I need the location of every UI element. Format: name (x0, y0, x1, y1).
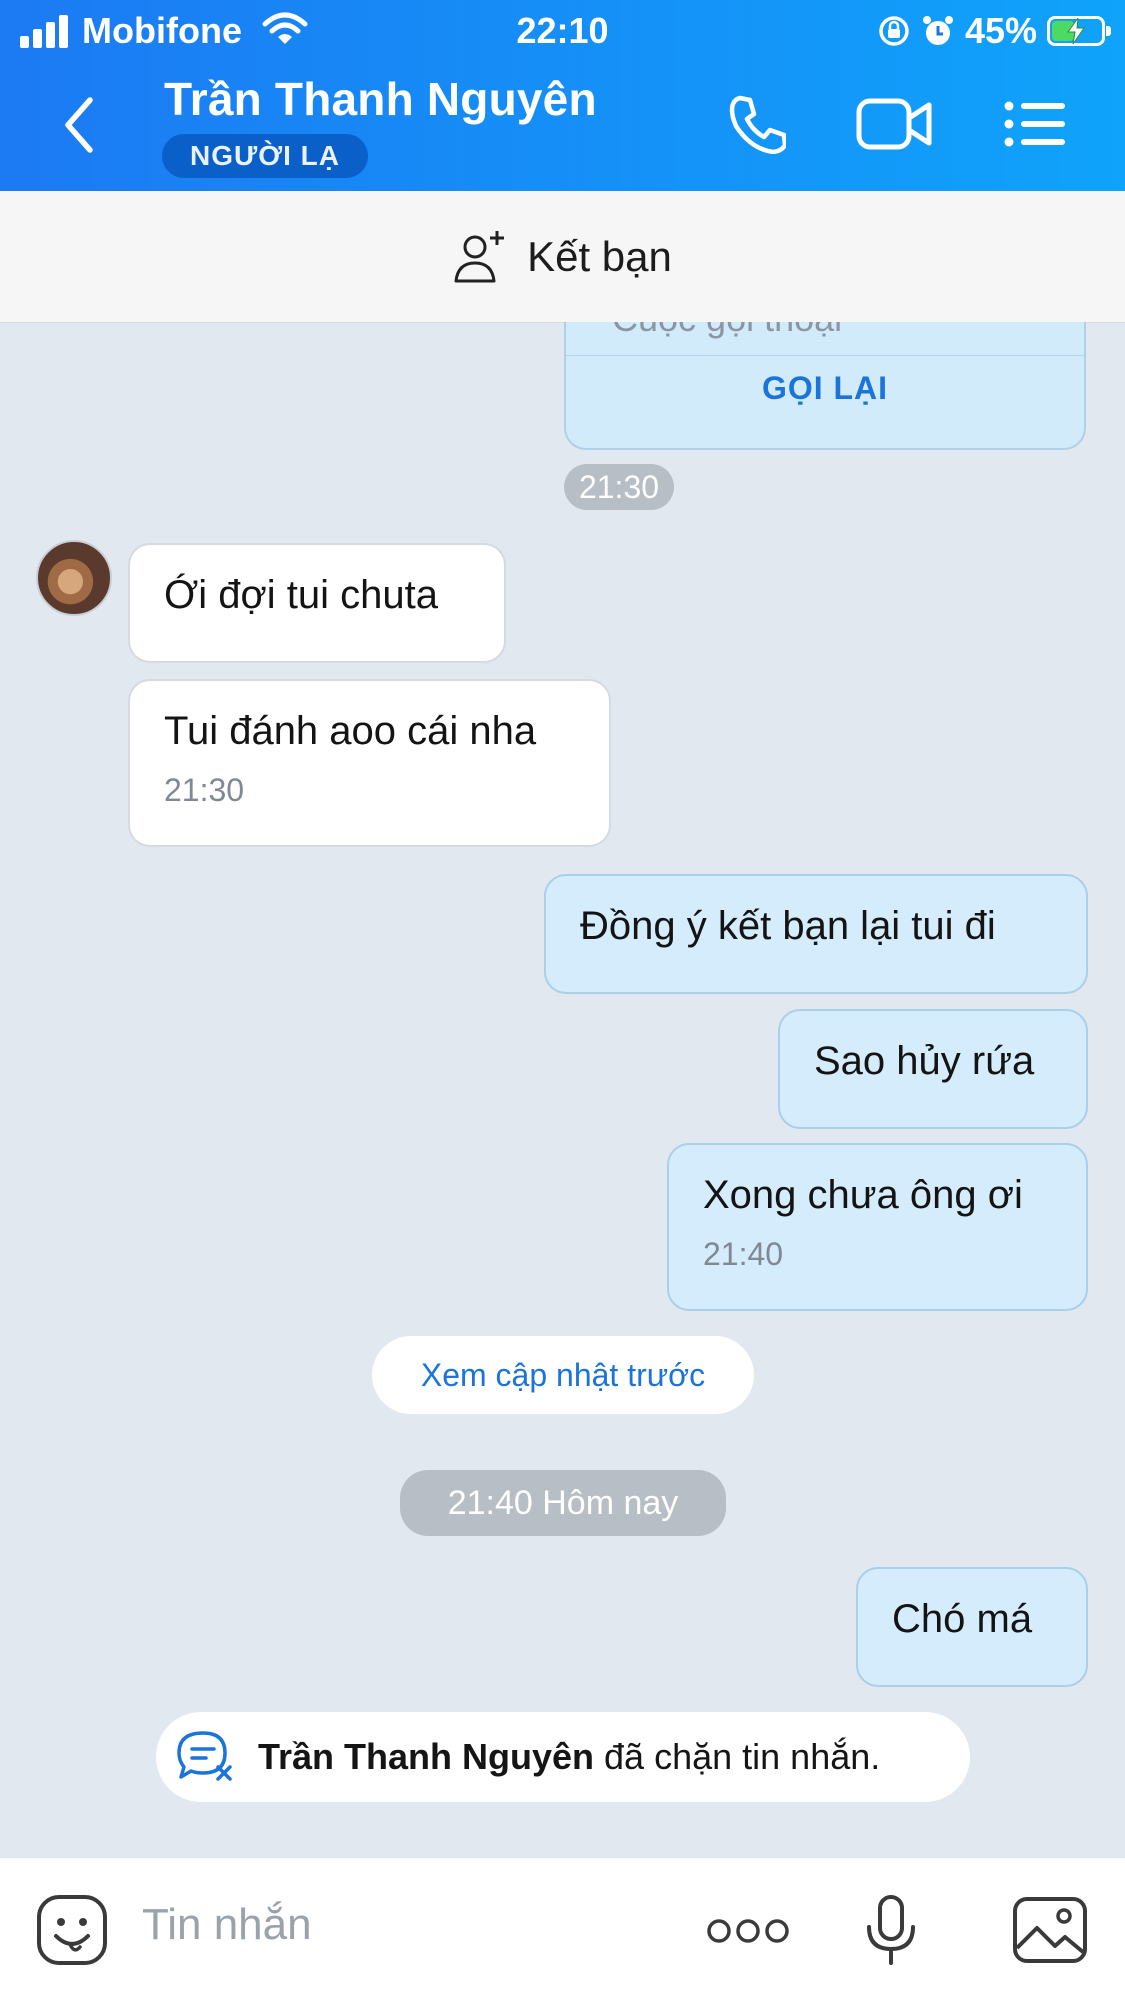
message-text: Tui đánh aoo cái nha (164, 709, 537, 753)
message-time: 21:40 (703, 1236, 784, 1272)
message-text: Chó má (892, 1597, 1033, 1641)
message-input[interactable]: Tin nhắn (142, 1900, 312, 1950)
phone-icon[interactable] (726, 92, 786, 154)
message-text: Đồng ý kết bạn lại tui đi (580, 904, 996, 948)
add-friend-icon (454, 230, 505, 282)
battery-charging-icon (1047, 16, 1111, 46)
callback-button[interactable]: GỌI LẠI (566, 370, 1084, 407)
image-icon[interactable] (1012, 1896, 1088, 1964)
date-pill: 21:40 Hôm nay (400, 1470, 726, 1536)
add-friend-bar[interactable]: Kết bạn (0, 191, 1125, 323)
message-bubble-outgoing[interactable]: Sao hủy rứa (778, 1009, 1088, 1129)
view-previous-updates-button[interactable]: Xem cập nhật trước (372, 1336, 754, 1414)
message-bubble-outgoing[interactable]: Xong chưa ông ơi 21:40 (667, 1143, 1088, 1311)
message-bubble-incoming[interactable]: Ới đợi tui chuta (128, 543, 506, 663)
blocked-notice: Trần Thanh Nguyên đã chặn tin nhắn. (156, 1712, 970, 1802)
stranger-badge: NGƯỜI LẠ (162, 134, 368, 178)
message-composer: Tin nhắn (0, 1857, 1125, 2002)
call-card: Cuộc gọi thoại GỌI LẠI (564, 322, 1086, 450)
emoji-icon[interactable] (36, 1894, 108, 1966)
more-icon[interactable] (706, 1916, 790, 1946)
blocked-message: đã chặn tin nhắn. (594, 1736, 881, 1777)
back-icon[interactable] (62, 96, 96, 154)
microphone-icon[interactable] (864, 1894, 918, 1968)
message-bubble-outgoing[interactable]: Chó má (856, 1567, 1088, 1687)
time-pill: 21:30 (564, 464, 674, 510)
add-friend-label: Kết bạn (527, 232, 672, 280)
message-text: Sao hủy rứa (814, 1039, 1035, 1083)
contact-name[interactable]: Trần Thanh Nguyên (164, 72, 597, 126)
call-card-title: Cuộc gọi thoại (612, 322, 842, 340)
video-call-icon[interactable] (856, 96, 934, 152)
avatar[interactable] (36, 540, 112, 616)
battery-percent: 45% (964, 10, 1037, 51)
status-bar: Mobifone 22:10 45% (0, 0, 1125, 60)
chat-header: Mobifone 22:10 45% Trần Thanh Nguyên NGƯ… (0, 0, 1125, 191)
rotation-lock-icon (879, 16, 909, 46)
menu-list-icon[interactable] (1004, 100, 1066, 148)
message-bubble-incoming[interactable]: Tui đánh aoo cái nha 21:30 (128, 679, 611, 847)
message-bubble-outgoing[interactable]: Đồng ý kết bạn lại tui đi (544, 874, 1088, 994)
call-card-divider (566, 355, 1084, 356)
alarm-icon (922, 16, 953, 45)
message-list[interactable]: Cuộc gọi thoại GỌI LẠI 21:30 Ới đợi tui … (0, 322, 1125, 1857)
message-text: Xong chưa ông ơi (703, 1173, 1023, 1217)
message-text: Ới đợi tui chuta (164, 573, 438, 617)
blocked-notice-text: Trần Thanh Nguyên đã chặn tin nhắn. (258, 1736, 880, 1778)
blocked-message-icon (177, 1731, 232, 1781)
blocked-contact-name: Trần Thanh Nguyên (258, 1736, 595, 1777)
message-time: 21:30 (164, 772, 245, 808)
